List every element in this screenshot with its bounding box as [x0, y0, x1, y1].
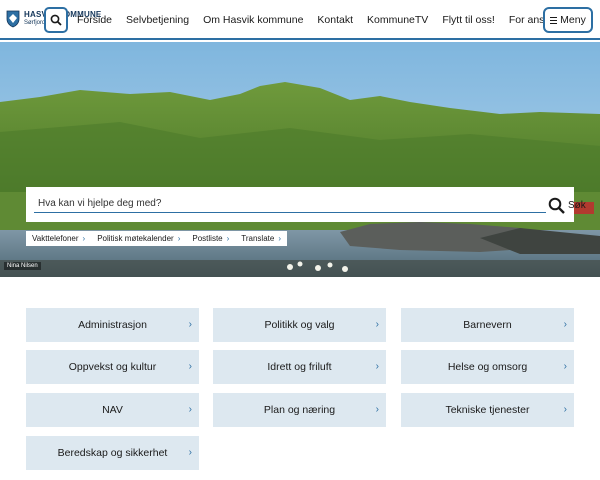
- quicklink-vakttelefoner[interactable]: Vakttelefoner ›: [26, 231, 91, 246]
- quicklink-translate[interactable]: Translate ›: [235, 231, 287, 246]
- chevron-right-icon: ›: [226, 234, 230, 243]
- quicklinks-bar: Vakttelefoner › Politisk møtekalender › …: [26, 231, 288, 246]
- service-card-label: Helse og omsorg: [447, 361, 528, 373]
- menu-button-label: Meny: [560, 14, 586, 26]
- chevron-right-icon: ›: [188, 361, 192, 372]
- quicklink-label: Politisk møtekalender: [97, 234, 174, 243]
- nav-item-kommunetv[interactable]: KommuneTV: [360, 14, 435, 26]
- shield-icon: [6, 10, 20, 28]
- search-submit-button[interactable]: Søk: [548, 195, 586, 215]
- service-card-beredskap-og-sikkerhet[interactable]: Beredskap og sikkerhet ›: [26, 436, 199, 470]
- service-card-plan-og-naering[interactable]: Plan og næring ›: [213, 393, 386, 427]
- quicklink-label: Translate: [241, 234, 275, 243]
- search-panel: Søk: [26, 187, 586, 222]
- nav-item-kontakt[interactable]: Kontakt: [310, 14, 360, 26]
- header-search-button[interactable]: [44, 7, 68, 33]
- quicklink-postliste[interactable]: Postliste ›: [186, 231, 235, 246]
- chevron-right-icon: ›: [82, 234, 86, 243]
- service-card-label: Politikk og valg: [264, 319, 335, 331]
- nav-item-om-hasvik[interactable]: Om Hasvik kommune: [196, 14, 310, 26]
- service-card-label: Administrasjon: [78, 319, 147, 331]
- chevron-right-icon: ›: [375, 319, 379, 330]
- nav-item-selvbetjening[interactable]: Selvbetjening: [119, 14, 196, 26]
- service-card-politikk-og-valg[interactable]: Politikk og valg ›: [213, 308, 386, 342]
- search-icon: [548, 197, 565, 214]
- chevron-right-icon: ›: [563, 319, 567, 330]
- service-card-label: Beredskap og sikkerhet: [57, 447, 168, 459]
- search-icon: [50, 14, 62, 26]
- service-card-idrett-og-friluft[interactable]: Idrett og friluft ›: [213, 350, 386, 384]
- site-header: HASVIK KOMMUNE Sørfjorden lokalt Forside…: [0, 0, 600, 40]
- chevron-right-icon: ›: [188, 447, 192, 458]
- hamburger-icon: [550, 16, 558, 24]
- service-card-label: NAV: [102, 404, 123, 416]
- chevron-right-icon: ›: [375, 361, 379, 372]
- quicklink-politisk-motekalender[interactable]: Politisk møtekalender ›: [91, 231, 186, 246]
- chevron-right-icon: ›: [375, 404, 379, 415]
- service-card-tekniske-tjenester[interactable]: Tekniske tjenester ›: [401, 393, 574, 427]
- chevron-right-icon: ›: [188, 319, 192, 330]
- service-card-barnevern[interactable]: Barnevern ›: [401, 308, 574, 342]
- photo-credit: Nina Nilsen: [4, 262, 41, 270]
- service-card-label: Oppvekst og kultur: [68, 361, 157, 373]
- chevron-right-icon: ›: [177, 234, 181, 243]
- service-card-helse-og-omsorg[interactable]: Helse og omsorg ›: [401, 350, 574, 384]
- search-submit-label: Søk: [568, 199, 586, 211]
- nav-item-forside[interactable]: Forside: [70, 14, 119, 26]
- service-card-label: Barnevern: [463, 319, 512, 331]
- main-nav: Forside Selvbetjening Om Hasvik kommune …: [70, 0, 569, 40]
- quicklink-label: Postliste: [192, 234, 223, 243]
- service-card-nav[interactable]: NAV ›: [26, 393, 199, 427]
- service-card-oppvekst-og-kultur[interactable]: Oppvekst og kultur ›: [26, 350, 199, 384]
- chevron-right-icon: ›: [188, 404, 192, 415]
- service-card-label: Tekniske tjenester: [445, 404, 530, 416]
- menu-button[interactable]: Meny: [543, 7, 593, 33]
- service-card-label: Idrett og friluft: [267, 361, 332, 373]
- chevron-right-icon: ›: [563, 361, 567, 372]
- nav-item-flytt-til-oss[interactable]: Flytt til oss!: [435, 14, 502, 26]
- service-card-label: Plan og næring: [263, 404, 336, 416]
- service-card-administrasjon[interactable]: Administrasjon ›: [26, 308, 199, 342]
- quicklink-label: Vakttelefoner: [32, 234, 79, 243]
- chevron-right-icon: ›: [563, 404, 567, 415]
- search-input[interactable]: [34, 195, 546, 213]
- chevron-right-icon: ›: [278, 234, 282, 243]
